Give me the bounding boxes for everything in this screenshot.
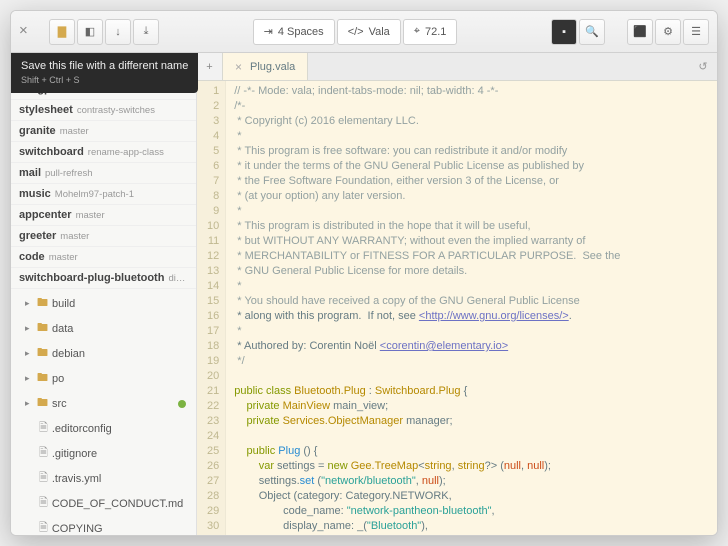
templates-button[interactable]: ◧ bbox=[77, 19, 103, 45]
indent-icon: ⇥ bbox=[264, 25, 273, 38]
folder-icon: 🖿 bbox=[37, 344, 48, 363]
project-item[interactable]: music Mohelm97-patch-1 bbox=[11, 184, 196, 205]
sidebar: wingpanel no-cmakestylesheet contrasty-s… bbox=[11, 53, 197, 535]
folder-row[interactable]: ▸🖿 po bbox=[11, 366, 196, 391]
project-item[interactable]: mail pull-refresh bbox=[11, 163, 196, 184]
language-selector[interactable]: </>Vala bbox=[337, 19, 401, 45]
history-icon: ↺ bbox=[698, 60, 707, 73]
folder-icon: 🖿 bbox=[37, 294, 48, 313]
file-icon: 🗎 bbox=[39, 469, 48, 488]
code-lines[interactable]: // -*- Mode: vala; indent-tabs-mode: nil… bbox=[226, 81, 628, 535]
file-row[interactable]: 🗎 .travis.yml bbox=[11, 466, 196, 491]
save-as-button[interactable]: ⤓ bbox=[133, 19, 159, 45]
project-item[interactable]: greeter master bbox=[11, 226, 196, 247]
file-row[interactable]: 🗎 CODE_OF_CONDUCT.md bbox=[11, 491, 196, 516]
file-row[interactable]: 🗎 .editorconfig bbox=[11, 416, 196, 441]
app-window: × ▇ ◧ ↓ ⤓ ⇥4 Spaces </>Vala ⌖72.1 ▪ 🔍 ⬛ … bbox=[10, 10, 718, 536]
zoom-selector[interactable]: ⌖72.1 bbox=[403, 19, 458, 45]
status-dot bbox=[178, 400, 186, 408]
code-icon: </> bbox=[348, 26, 364, 38]
folder-row[interactable]: ▸🖿 src bbox=[11, 391, 196, 416]
terminal-icon: ▪ bbox=[562, 26, 566, 38]
save-button[interactable]: ↓ bbox=[105, 19, 131, 45]
search-icon: 🔍 bbox=[585, 25, 599, 38]
file-icon: 🗎 bbox=[39, 444, 48, 463]
project-item[interactable]: code master bbox=[11, 247, 196, 268]
folder-icon: 🖿 bbox=[37, 319, 48, 338]
project-item[interactable]: switchboard rename-app-class bbox=[11, 142, 196, 163]
open-folder-button[interactable]: ▇ bbox=[49, 19, 75, 45]
tab-label: Plug.vala bbox=[250, 61, 295, 73]
file-icon: 🗎 bbox=[39, 519, 48, 535]
folder-row[interactable]: ▸🖿 build bbox=[11, 291, 196, 316]
code-editor[interactable]: 1234567891011121314151617181920212223242… bbox=[197, 81, 717, 535]
gear-icon: ⚙ bbox=[663, 25, 673, 38]
folder-row[interactable]: ▸🖿 data bbox=[11, 316, 196, 341]
settings-button[interactable]: ⚙ bbox=[655, 19, 681, 45]
zoom-icon: ⌖ bbox=[414, 25, 420, 38]
save-as-icon: ⤓ bbox=[144, 25, 149, 38]
file-icon: 🗎 bbox=[39, 494, 48, 513]
project-item[interactable]: appcenter master bbox=[11, 205, 196, 226]
folder-row[interactable]: ▸🖿 debian bbox=[11, 341, 196, 366]
folder-icon: 🖿 bbox=[37, 394, 48, 413]
close-tab-icon[interactable]: × bbox=[235, 60, 242, 74]
indent-selector[interactable]: ⇥4 Spaces bbox=[253, 19, 335, 45]
file-icon: 🗎 bbox=[39, 419, 48, 438]
document-icon: ◧ bbox=[85, 25, 95, 38]
new-tab-button[interactable]: + bbox=[197, 53, 223, 80]
line-gutter: 1234567891011121314151617181920212223242… bbox=[197, 81, 226, 535]
download-icon: ↓ bbox=[115, 26, 121, 38]
folder-icon: ▇ bbox=[58, 25, 66, 38]
menu-icon: ☰ bbox=[691, 25, 701, 38]
plugin-icon: ⬛ bbox=[633, 25, 647, 38]
window-close-button[interactable]: × bbox=[19, 22, 39, 42]
history-button[interactable]: ↺ bbox=[689, 53, 717, 80]
file-tab[interactable]: × Plug.vala bbox=[223, 53, 308, 80]
project-item[interactable]: switchboard-plug-bluetooth di… bbox=[11, 268, 196, 289]
project-item[interactable]: granite master bbox=[11, 121, 196, 142]
project-item[interactable]: stylesheet contrasty-switches bbox=[11, 100, 196, 121]
file-row[interactable]: 🗎 .gitignore bbox=[11, 441, 196, 466]
folder-icon: 🖿 bbox=[37, 369, 48, 388]
tooltip: Save this file with a different name Shi… bbox=[11, 53, 198, 93]
tab-bar: + × Plug.vala ↺ bbox=[197, 53, 717, 81]
menu-button[interactable]: ☰ bbox=[683, 19, 709, 45]
editor-area: + × Plug.vala ↺ 123456789101112131415161… bbox=[197, 53, 717, 535]
titlebar: × ▇ ◧ ↓ ⤓ ⇥4 Spaces </>Vala ⌖72.1 ▪ 🔍 ⬛ … bbox=[11, 11, 717, 53]
plugin-button[interactable]: ⬛ bbox=[627, 19, 653, 45]
search-button[interactable]: 🔍 bbox=[579, 19, 605, 45]
terminal-button[interactable]: ▪ bbox=[551, 19, 577, 45]
